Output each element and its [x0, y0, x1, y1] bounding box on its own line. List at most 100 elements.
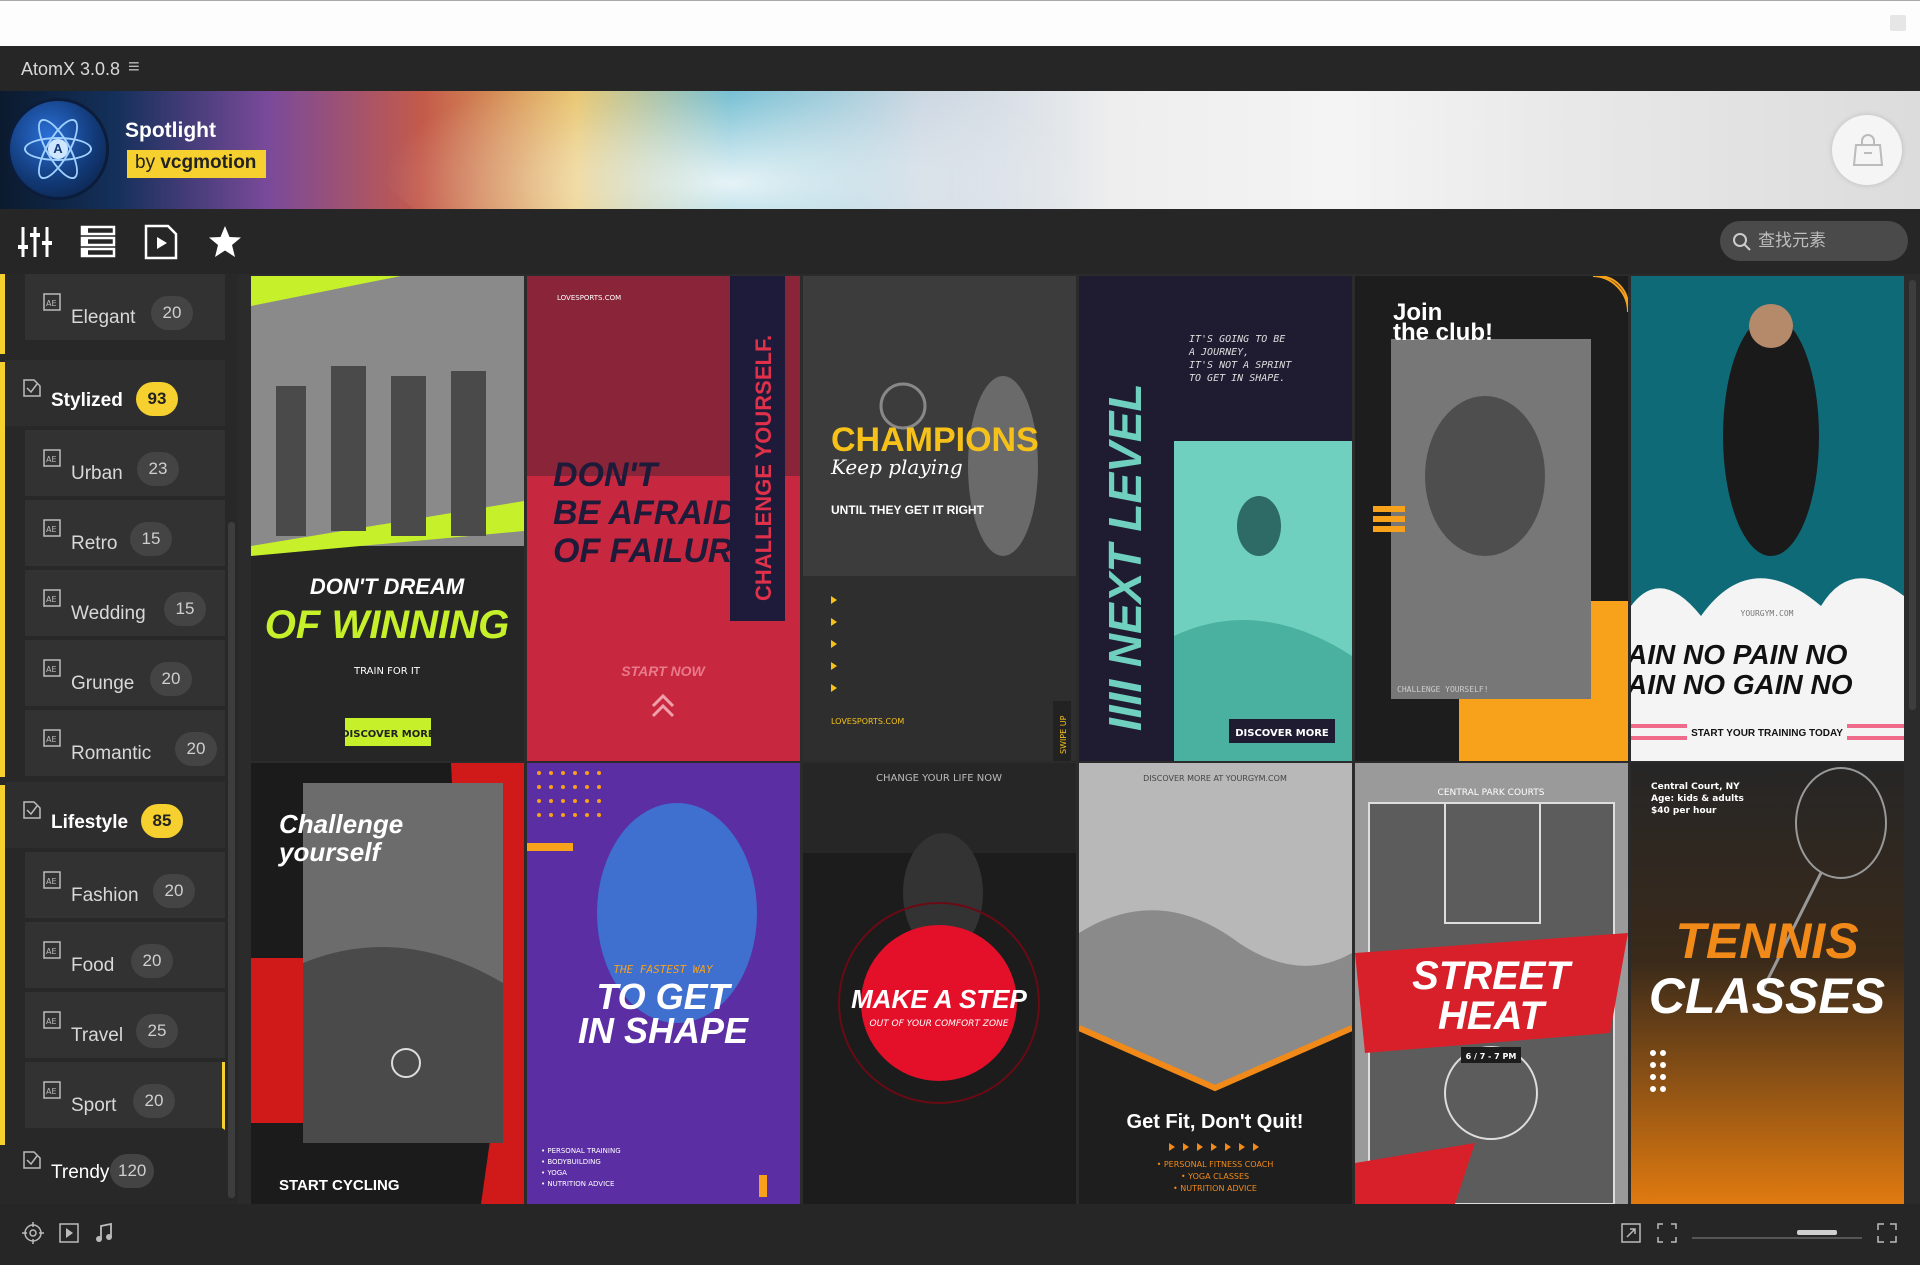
card-text: DISCOVER MORE: [1235, 728, 1329, 739]
pack-author-name: vcgmotion: [160, 152, 257, 173]
media-file-icon[interactable]: [142, 223, 180, 261]
template-card[interactable]: Central Court, NY Age: kids & adults $40…: [1631, 763, 1904, 1204]
template-card[interactable]: DON'T DREAM OF WINNING TRAIN FOR IT DISC…: [251, 276, 524, 761]
sidebar-item-retro[interactable]: AE Retro 15: [25, 500, 225, 568]
template-thumbnail: Central Court, NY Age: kids & adults $40…: [1631, 763, 1904, 1204]
ae-file-icon: AE: [43, 871, 61, 889]
search-box[interactable]: [1720, 221, 1908, 261]
sidebar-item-stylized[interactable]: Stylized 93: [5, 360, 225, 428]
template-thumbnail: CHANGE YOUR LIFE NOW MAKE A STEP OUT OF …: [803, 763, 1076, 1204]
card-text: Keep playing: [830, 455, 963, 479]
sidebar-item-label: Elegant: [71, 307, 136, 328]
card-text: • PERSONAL TRAINING: [541, 1147, 621, 1155]
search-input[interactable]: [1756, 229, 1900, 253]
card-text: DON'T: [553, 456, 661, 494]
card-text: LOVESPORTS.COM: [831, 717, 904, 726]
sidebar-item-lifestyle[interactable]: Lifestyle 85: [5, 782, 225, 850]
video-icon[interactable]: [58, 1222, 80, 1244]
card-text: CHAMPIONS: [831, 421, 1039, 459]
svg-text:AE: AE: [46, 455, 57, 464]
template-card[interactable]: THE FASTEST WAY TO GET IN SHAPE • PERSON…: [527, 763, 800, 1204]
sidebar-item-label: Sport: [71, 1095, 117, 1116]
count-badge: 20: [153, 874, 195, 908]
sidebar-item-label: Travel: [71, 1025, 124, 1046]
grid-scrollbar[interactable]: [1909, 280, 1916, 710]
card-text: IT'S GOING TO BE: [1189, 334, 1285, 345]
sidebar-item-elegant[interactable]: AE Elegant 20: [25, 274, 225, 342]
template-card[interactable]: LOVESPORTS.COM DON'T BE AFRAID OF FAILUR…: [527, 276, 800, 761]
sidebar-item-wedding[interactable]: AE Wedding 15: [25, 570, 225, 638]
sidebar-item-grunge[interactable]: AE Grunge 20: [25, 640, 225, 708]
card-text: Challenge: [279, 809, 403, 839]
svg-text:AE: AE: [46, 299, 57, 308]
hamburger-icon[interactable]: ≡: [128, 56, 140, 79]
card-text: • YOGA: [541, 1169, 567, 1177]
sidebar-item-food[interactable]: AE Food 20: [25, 922, 225, 990]
zoom-out-small-icon[interactable]: [1656, 1222, 1678, 1244]
card-text: • NUTRITION ADVICE: [541, 1180, 614, 1188]
sliders-icon[interactable]: [16, 223, 54, 261]
window-control-icon[interactable]: [1890, 15, 1906, 31]
template-card[interactable]: Join the club! CHALLENGE YOURSELF!: [1355, 276, 1628, 761]
sidebar-item-label: Lifestyle: [51, 812, 129, 833]
sidebar-item-urban[interactable]: AE Urban 23: [25, 430, 225, 498]
expand-icon[interactable]: [1620, 1222, 1642, 1244]
star-icon[interactable]: [206, 223, 244, 261]
ae-file-icon: AE: [43, 941, 61, 959]
card-text: BE AFRAID: [553, 494, 737, 532]
ae-file-icon: AE: [43, 1081, 61, 1099]
card-text: START YOUR TRAINING TODAY: [1691, 728, 1843, 739]
sidebar-item-travel[interactable]: AE Travel 25: [25, 992, 225, 1060]
count-badge: 85: [141, 804, 183, 838]
banner-light-streak: [380, 91, 1080, 209]
folder-tag-icon: [23, 1151, 41, 1169]
toolbar: [0, 209, 1920, 274]
template-card[interactable]: CENTRAL PARK COURTS STREET HEAT 6 / 7 - …: [1355, 763, 1628, 1204]
category-sidebar: AE Elegant 20 Stylized 93 AE Urban 23 AE…: [0, 274, 238, 1204]
zoom-slider-track[interactable]: [1692, 1237, 1862, 1239]
sidebar-item-romantic[interactable]: AE Romantic 20: [25, 710, 225, 778]
app-title: AtomX 3.0.8: [21, 59, 121, 79]
template-card[interactable]: YOURGYM.COM AIN NO PAIN NO AIN NO GAIN N…: [1631, 276, 1904, 761]
template-card[interactable]: IIII NEXT LEVEL IT'S GOING TO BE A JOURN…: [1079, 276, 1352, 761]
count-badge: 20: [131, 944, 173, 978]
pack-banner: A Spotlight by vcgmotion: [0, 91, 1920, 209]
card-text: Central Court, NY: [1651, 782, 1740, 792]
sidebar-item-sport[interactable]: AE Sport 20: [25, 1062, 225, 1130]
count-badge: 15: [130, 522, 172, 556]
sidebar-item-trendy[interactable]: Trendy 120: [5, 1132, 225, 1200]
card-text: YOURGYM.COM: [1741, 609, 1794, 618]
template-card[interactable]: Challenge yourself START CYCLING: [251, 763, 524, 1204]
card-text: • NUTRITION ADVICE: [1173, 1184, 1257, 1193]
sidebar-item-label: Retro: [71, 533, 118, 554]
count-badge: 20: [133, 1084, 175, 1118]
shopping-bag-button[interactable]: [1832, 115, 1902, 185]
card-text: $40 per hour: [1651, 806, 1717, 816]
card-text: 6 / 7 - 7 PM: [1466, 1052, 1517, 1061]
card-text: AIN NO GAIN NO: [1631, 669, 1853, 700]
zoom-slider-handle[interactable]: [1797, 1230, 1837, 1235]
template-card[interactable]: CHANGE YOUR LIFE NOW MAKE A STEP OUT OF …: [803, 763, 1076, 1204]
sidebar-accent-bar: [0, 274, 5, 354]
sidebar-scrollbar[interactable]: [228, 522, 235, 1198]
svg-text:AE: AE: [46, 735, 57, 744]
count-badge: 23: [137, 452, 179, 486]
template-thumbnail: DON'T DREAM OF WINNING TRAIN FOR IT DISC…: [251, 276, 524, 761]
list-icon[interactable]: [79, 223, 117, 261]
count-badge: 20: [150, 662, 192, 696]
zoom-in-large-icon[interactable]: [1876, 1222, 1898, 1244]
card-text: START CYCLING: [279, 1177, 400, 1194]
target-icon[interactable]: [22, 1222, 44, 1244]
music-note-icon[interactable]: [93, 1222, 115, 1244]
pack-name: Spotlight: [125, 119, 216, 142]
shopping-bag-icon: [1852, 134, 1884, 166]
ae-file-icon: AE: [43, 293, 61, 311]
sidebar-item-fashion[interactable]: AE Fashion 20: [25, 852, 225, 920]
card-text: OF FAILURE: [553, 532, 756, 570]
count-badge: 20: [151, 296, 193, 330]
template-card[interactable]: DISCOVER MORE AT YOURGYM.COM Get Fit, Do…: [1079, 763, 1352, 1204]
template-card[interactable]: CHAMPIONS Keep playing UNTIL THEY GET IT…: [803, 276, 1076, 761]
pack-author-tag[interactable]: by vcgmotion: [127, 150, 267, 178]
sidebar-item-label: Wedding: [71, 603, 146, 624]
svg-text:AE: AE: [46, 947, 57, 956]
